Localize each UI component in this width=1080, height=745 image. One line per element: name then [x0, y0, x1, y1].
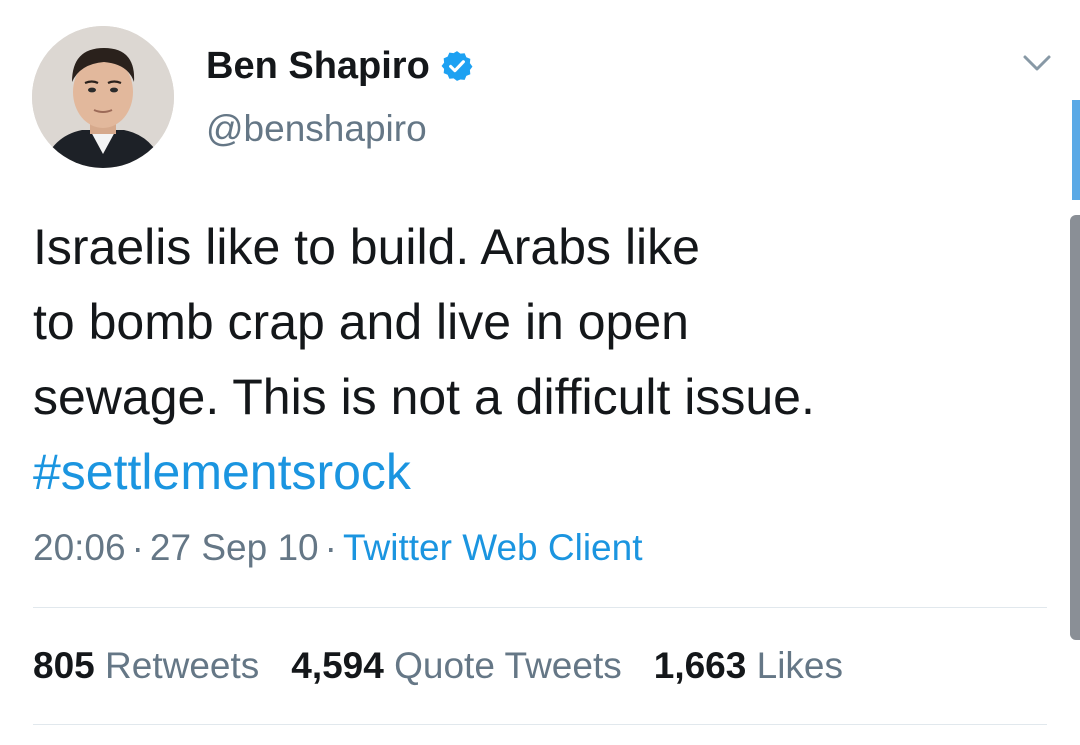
divider — [33, 607, 1047, 608]
tweet-meta: 20:06 · 27 Sep 10 · Twitter Web Client — [33, 527, 643, 569]
likes-stat[interactable]: 1,663 Likes — [654, 645, 843, 687]
author-handle[interactable]: @benshapiro — [206, 108, 427, 150]
tweet-stats: 805 Retweets 4,594 Quote Tweets 1,663 Li… — [33, 645, 843, 687]
meta-separator: · — [324, 527, 337, 568]
likes-label: Likes — [756, 645, 844, 686]
divider — [33, 724, 1047, 725]
quotes-stat[interactable]: 4,594 Quote Tweets — [291, 645, 622, 687]
chevron-down-icon[interactable] — [1022, 52, 1052, 74]
scroll-highlight — [1072, 100, 1080, 200]
tweet-line: sewage. This is not a difficult issue. — [33, 369, 815, 425]
retweets-stat[interactable]: 805 Retweets — [33, 645, 259, 687]
tweet-text: Israelis like to build. Arabs like to bo… — [33, 210, 1013, 510]
tweet-date[interactable]: 27 Sep 10 — [150, 527, 319, 568]
retweets-count: 805 — [33, 645, 95, 686]
tweet-line: to bomb crap and live in open — [33, 294, 689, 350]
tweet-client-link[interactable]: Twitter Web Client — [343, 527, 643, 568]
meta-separator: · — [131, 527, 144, 568]
verified-badge-icon — [440, 49, 474, 83]
avatar[interactable] — [32, 26, 174, 168]
hashtag-link[interactable]: #settlementsrock — [33, 435, 1013, 510]
scrollbar-thumb[interactable] — [1070, 215, 1080, 640]
likes-count: 1,663 — [653, 645, 747, 686]
author-name-row[interactable]: Ben Shapiro — [206, 42, 474, 90]
tweet-time[interactable]: 20:06 — [33, 527, 126, 568]
author-display-name[interactable]: Ben Shapiro — [206, 45, 430, 88]
tweet-line: Israelis like to build. Arabs like — [33, 219, 700, 275]
quotes-label: Quote Tweets — [394, 645, 622, 686]
quotes-count: 4,594 — [291, 645, 384, 686]
retweets-label: Retweets — [105, 645, 260, 686]
avatar-image — [32, 26, 174, 168]
